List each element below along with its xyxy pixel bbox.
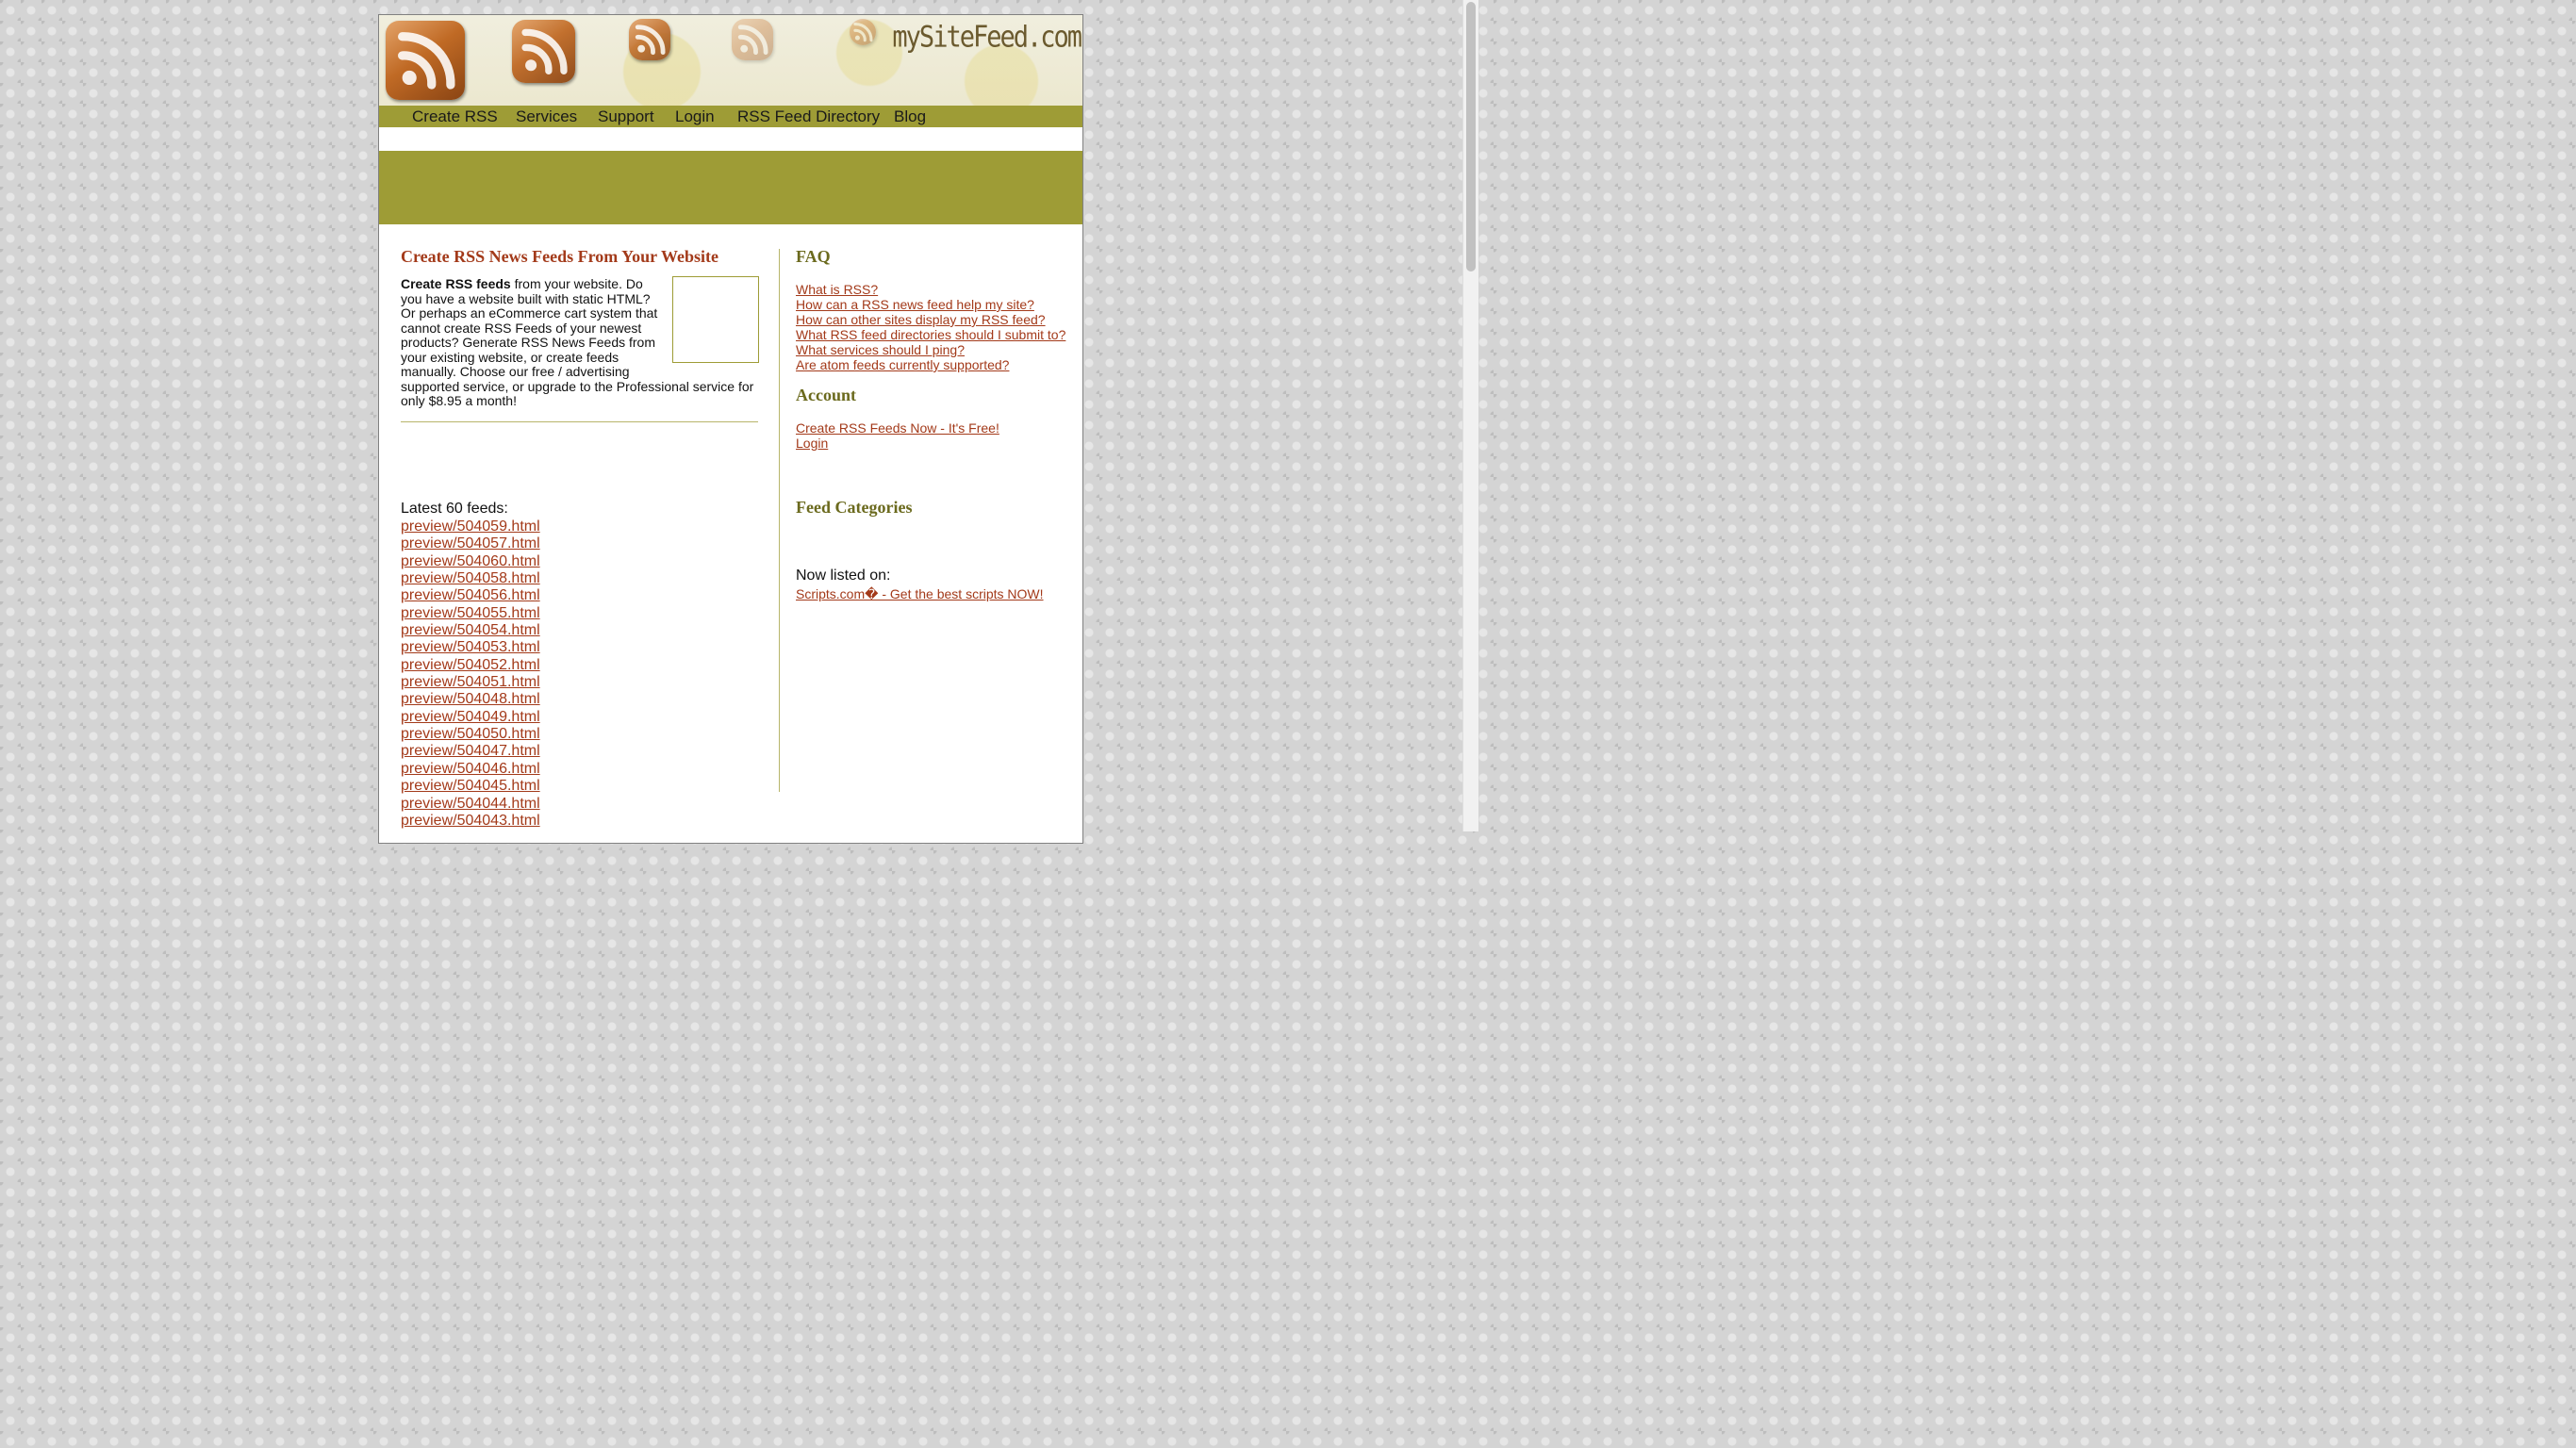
list-item: preview/504052.html <box>401 657 540 674</box>
feed-link[interactable]: preview/504048.html <box>401 691 540 707</box>
list-item: preview/504054.html <box>401 622 540 639</box>
rss-icon <box>629 19 670 60</box>
rss-icon <box>386 21 465 100</box>
list-item: preview/504060.html <box>401 553 540 570</box>
list-item: Are atom feeds currently supported? <box>796 357 1065 372</box>
feed-link[interactable]: preview/504047.html <box>401 743 540 759</box>
list-item: preview/504058.html <box>401 570 540 587</box>
feed-link[interactable]: preview/504056.html <box>401 587 540 603</box>
feed-link[interactable]: preview/504057.html <box>401 535 540 551</box>
faq-heading: FAQ <box>796 247 831 266</box>
scripts-com-link[interactable]: Scripts.com� - Get the best scripts NOW! <box>796 586 1044 601</box>
nav-support[interactable]: Support <box>598 107 654 126</box>
feed-link[interactable]: preview/504045.html <box>401 778 540 794</box>
list-item: preview/504057.html <box>401 535 540 552</box>
faq-link[interactable]: What is RSS? <box>796 282 878 297</box>
feed-link[interactable]: preview/504046.html <box>401 761 540 777</box>
page-title: Create RSS News Feeds From Your Website <box>401 247 718 266</box>
column-divider <box>779 249 780 792</box>
account-list: Create RSS Feeds Now - It's Free! Login <box>796 420 999 451</box>
list-item: preview/504050.html <box>401 726 540 743</box>
feed-link[interactable]: preview/504044.html <box>401 796 540 812</box>
list-item: How can other sites display my RSS feed? <box>796 312 1065 327</box>
ad-banner <box>379 151 1082 224</box>
faq-link[interactable]: What RSS feed directories should I submi… <box>796 327 1065 342</box>
intro-text: Create RSS feeds from your website. Do y… <box>401 276 759 409</box>
faq-list: What is RSS? How can a RSS news feed hel… <box>796 282 1065 372</box>
divider <box>401 421 758 422</box>
nav-services[interactable]: Services <box>516 107 577 126</box>
page-container: mySiteFeed.com Create RSS Services Suppo… <box>378 14 1083 844</box>
listing-list: Scripts.com� - Get the best scripts NOW! <box>796 586 1044 601</box>
list-item: preview/504055.html <box>401 605 540 622</box>
rss-icon <box>850 19 876 45</box>
list-item: What RSS feed directories should I submi… <box>796 327 1065 342</box>
feed-link[interactable]: preview/504054.html <box>401 622 540 638</box>
now-listed-label: Now listed on: <box>796 568 891 584</box>
list-item: What is RSS? <box>796 282 1065 297</box>
list-item: preview/504049.html <box>401 709 540 726</box>
list-item: preview/504048.html <box>401 691 540 708</box>
faq-link[interactable]: What services should I ping? <box>796 342 965 357</box>
list-item: preview/504051.html <box>401 674 540 691</box>
feed-link[interactable]: preview/504052.html <box>401 657 540 673</box>
feed-link[interactable]: preview/504050.html <box>401 726 540 742</box>
feed-link[interactable]: preview/504051.html <box>401 674 540 690</box>
faq-link[interactable]: Are atom feeds currently supported? <box>796 357 1009 372</box>
rss-icon <box>512 20 575 83</box>
list-item: What services should I ping? <box>796 342 1065 357</box>
login-link[interactable]: Login <box>796 436 828 451</box>
feed-link[interactable]: preview/504059.html <box>401 518 540 535</box>
list-item: Scripts.com� - Get the best scripts NOW! <box>796 586 1044 601</box>
scrollbar[interactable] <box>1462 0 1478 831</box>
feed-link[interactable]: preview/504053.html <box>401 639 540 655</box>
feed-link[interactable]: preview/504060.html <box>401 553 540 569</box>
latest-feeds-label: Latest 60 feeds: <box>401 501 508 517</box>
nav-login[interactable]: Login <box>675 107 715 126</box>
feed-link[interactable]: preview/504058.html <box>401 570 540 586</box>
rss-feature-image <box>672 276 759 363</box>
account-heading: Account <box>796 386 856 404</box>
list-item: How can a RSS news feed help my site? <box>796 297 1065 312</box>
list-item: preview/504043.html <box>401 813 540 830</box>
intro-bold: Create RSS feeds <box>401 276 511 291</box>
list-item: Create RSS Feeds Now - It's Free! <box>796 420 999 436</box>
site-logo[interactable]: mySiteFeed.com <box>892 21 1082 55</box>
faq-link[interactable]: How can other sites display my RSS feed? <box>796 312 1046 327</box>
nav-rss-feed-directory[interactable]: RSS Feed Directory <box>737 107 880 126</box>
feed-categories-heading: Feed Categories <box>796 498 913 517</box>
list-item: preview/504047.html <box>401 743 540 760</box>
list-item: preview/504059.html <box>401 518 540 535</box>
list-item: Login <box>796 436 999 451</box>
feed-link[interactable]: preview/504043.html <box>401 813 540 829</box>
nav-create-rss[interactable]: Create RSS <box>412 107 498 126</box>
list-item: preview/504046.html <box>401 761 540 778</box>
main-nav: Create RSS Services Support Login RSS Fe… <box>379 106 1082 127</box>
rss-icon <box>732 19 773 60</box>
scrollbar-thumb[interactable] <box>1466 2 1476 272</box>
feed-link[interactable]: preview/504055.html <box>401 605 540 621</box>
nav-blog[interactable]: Blog <box>894 107 926 126</box>
feed-link[interactable]: preview/504049.html <box>401 709 540 725</box>
list-item: preview/504044.html <box>401 796 540 813</box>
create-feeds-link[interactable]: Create RSS Feeds Now - It's Free! <box>796 420 999 436</box>
faq-link[interactable]: How can a RSS news feed help my site? <box>796 297 1034 312</box>
list-item: preview/504053.html <box>401 639 540 656</box>
feed-list: preview/504059.html preview/504057.html … <box>401 518 540 830</box>
header-banner: mySiteFeed.com <box>379 15 1082 107</box>
list-item: preview/504056.html <box>401 587 540 604</box>
list-item: preview/504045.html <box>401 778 540 795</box>
